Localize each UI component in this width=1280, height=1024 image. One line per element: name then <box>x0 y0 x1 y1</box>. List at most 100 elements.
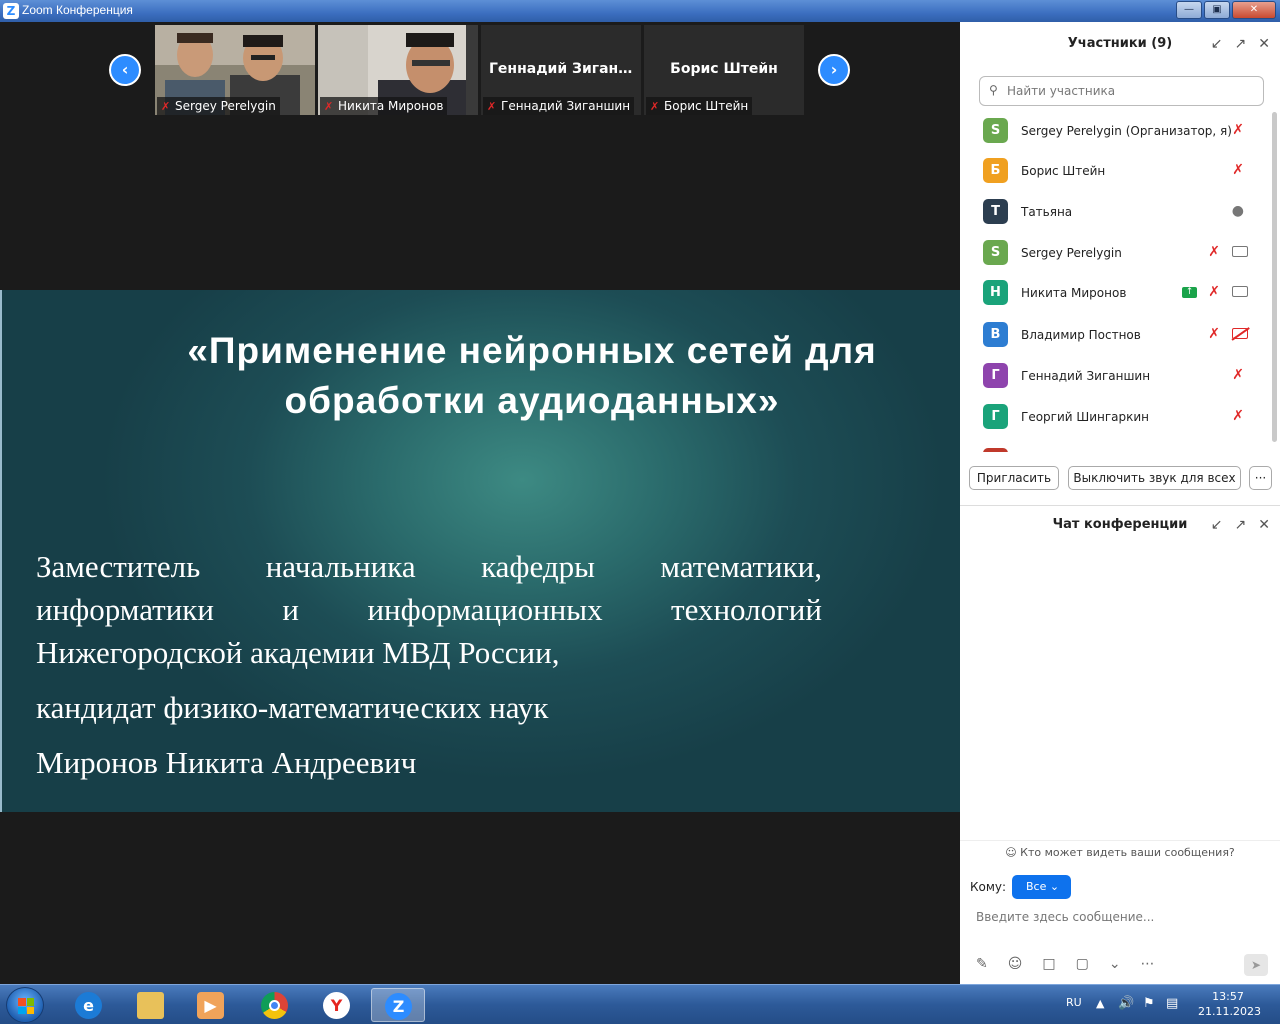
action-center-icon[interactable]: ⚑ <box>1143 996 1155 1011</box>
file-icon[interactable]: □ <box>1042 956 1055 972</box>
mic-muted-icon[interactable]: ✗ <box>1208 244 1220 260</box>
participant-search-input[interactable]: ⚲ Найти участника <box>979 76 1264 106</box>
tile-name: Никита Миронов <box>338 99 444 113</box>
taskbar-media-player[interactable]: ▶ <box>184 988 238 1022</box>
media-player-icon: ▶ <box>197 992 224 1019</box>
screenshot-icon[interactable]: ▢ <box>1076 956 1089 972</box>
tray-expand-icon[interactable]: ▲ <box>1096 997 1104 1010</box>
mic-icon[interactable]: ● <box>1232 203 1244 219</box>
avatar: В <box>983 322 1008 347</box>
tile-label: ✗ Sergey Perelygin <box>157 97 280 115</box>
start-button[interactable] <box>6 987 44 1023</box>
mic-muted-icon: ✗ <box>161 100 171 113</box>
close-icon[interactable]: ✕ <box>1258 517 1270 533</box>
video-tile[interactable]: Геннадий Зиган... ✗ Геннадий Зиганшин <box>481 25 641 115</box>
send-button[interactable]: ➤ <box>1244 954 1268 976</box>
chat-message-input[interactable]: Введите здесь сообщение... <box>976 910 1154 924</box>
avatar: S <box>983 240 1008 265</box>
internet-explorer-icon: e <box>75 992 102 1019</box>
participant-name: Владимир Постнов <box>1021 328 1141 342</box>
mic-muted-icon[interactable]: ✗ <box>1232 162 1244 178</box>
chevron-down-icon[interactable]: ⌄ <box>1109 956 1121 972</box>
collapse-icon[interactable]: ↙ <box>1211 36 1223 52</box>
maximize-button[interactable]: ▣ <box>1204 1 1230 19</box>
mute-all-button[interactable]: Выключить звук для всех <box>1068 466 1241 490</box>
taskbar: e ▶ Y Z RU ▲ 🔊 ⚑ ▤ 13:57 21.11.2023 <box>0 984 1280 1024</box>
prev-page-button[interactable]: ‹ <box>109 54 141 86</box>
window-controls: — ▣ ✕ <box>1176 1 1276 19</box>
language-indicator[interactable]: RU <box>1066 996 1082 1009</box>
taskbar-clock[interactable]: 13:57 21.11.2023 <box>1198 989 1261 1019</box>
video-tile[interactable]: ✗ Sergey Perelygin <box>155 25 315 115</box>
participant-name: Борис Штейн <box>1021 164 1106 178</box>
camera-icon[interactable] <box>1232 286 1248 297</box>
popout-icon[interactable]: ↗ <box>1235 517 1247 533</box>
chat-recipient-value: Все <box>1026 880 1047 893</box>
network-icon[interactable]: ▤ <box>1166 996 1178 1011</box>
camera-off-icon[interactable] <box>1232 328 1248 339</box>
participant-row[interactable]: Т Татьяна ● <box>960 193 1268 233</box>
emoji-icon[interactable]: ☺ <box>1008 956 1023 972</box>
participant-name: Sergey Perelygin (Организатор, я) <box>1021 124 1232 138</box>
taskbar-chrome[interactable] <box>248 988 302 1022</box>
volume-icon[interactable]: 🔊 <box>1118 996 1134 1011</box>
tile-display-name: Борис Штейн <box>670 61 778 77</box>
format-icon[interactable]: ✎ <box>976 956 988 972</box>
video-tile[interactable]: ✗ Никита Миронов <box>318 25 478 115</box>
mic-muted-icon[interactable]: ✗ <box>1208 326 1220 342</box>
chat-toolbar: ✎ ☺ □ ▢ ⌄ ⋯ <box>976 956 1155 972</box>
zoom-logo-icon: Z <box>3 3 19 19</box>
clock-time: 13:57 <box>1212 990 1244 1003</box>
windows-logo-icon <box>18 998 34 1014</box>
participants-scrollbar[interactable] <box>1272 112 1277 442</box>
video-strip: ‹ ✗ Sergey Perelygin ✗ Никита Миронов Ге… <box>0 22 960 122</box>
next-page-button[interactable]: › <box>818 54 850 86</box>
more-options-icon[interactable]: ⋯ <box>1141 956 1155 972</box>
participant-row[interactable]: Н Никита Миронов ↑ ✗ <box>960 274 1268 314</box>
minimize-button[interactable]: — <box>1176 1 1202 19</box>
avatar <box>983 448 1008 452</box>
avatar: Т <box>983 199 1008 224</box>
participant-row[interactable]: Г Георгий Шингаркин ✗ <box>960 398 1268 438</box>
participant-row[interactable]: В Владимир Постнов ✗ <box>960 316 1268 356</box>
mic-muted-icon[interactable]: ✗ <box>1232 408 1244 424</box>
shared-screen: «Применение нейронных сетей для обработк… <box>0 290 960 812</box>
zoom-window: Z Zoom Конференция — ▣ ✕ ‹ ✗ Sergey Perel… <box>0 0 1280 1024</box>
popout-icon[interactable]: ↗ <box>1235 36 1247 52</box>
close-icon[interactable]: ✕ <box>1258 36 1270 52</box>
clock-date: 21.11.2023 <box>1198 1005 1261 1018</box>
participant-name: Георгий Шингаркин <box>1021 410 1150 424</box>
participant-name: Татьяна <box>1021 205 1073 219</box>
zoom-icon: Z <box>385 993 412 1020</box>
participant-row[interactable]: Г Геннадий Зиганшин ✗ <box>960 357 1268 397</box>
slide-line: Нижегородской академии МВД России, <box>36 635 560 670</box>
taskbar-ie[interactable]: e <box>62 988 116 1022</box>
mic-muted-icon[interactable]: ✗ <box>1208 284 1220 300</box>
collapse-icon[interactable]: ↙ <box>1211 517 1223 533</box>
taskbar-zoom[interactable]: Z <box>371 988 425 1022</box>
participant-row-partial[interactable] <box>960 442 1268 452</box>
more-button[interactable]: ··· <box>1249 466 1272 490</box>
participant-row[interactable]: S Sergey Perelygin ✗ <box>960 234 1268 274</box>
chat-header-controls: ↙ ↗ ✕ <box>1211 517 1270 533</box>
taskbar-explorer[interactable] <box>124 988 178 1022</box>
participant-row[interactable]: Б Борис Штейн ✗ <box>960 152 1268 192</box>
video-tile[interactable]: Борис Штейн ✗ Борис Штейн <box>644 25 804 115</box>
title-bar: Z Zoom Конференция — ▣ ✕ <box>0 0 1280 22</box>
invite-button[interactable]: Пригласить <box>969 466 1059 490</box>
participant-row[interactable]: S Sergey Perelygin (Организатор, я) ✗ <box>960 112 1268 152</box>
avatar: Г <box>983 404 1008 429</box>
taskbar-yandex[interactable]: Y <box>310 988 364 1022</box>
tile-name: Борис Штейн <box>664 99 749 113</box>
chat-visibility-text: Кто может видеть ваши сообщения? <box>1020 846 1235 859</box>
participant-name: Sergey Perelygin <box>1021 246 1122 260</box>
mic-muted-icon[interactable]: ✗ <box>1232 367 1244 383</box>
chat-recipient-select[interactable]: Все ⌄ <box>1012 875 1071 899</box>
chat-visibility-info[interactable]: ☺ Кто может видеть ваши сообщения? <box>960 840 1280 864</box>
chrome-icon <box>261 992 288 1019</box>
mic-muted-icon[interactable]: ✗ <box>1232 122 1244 138</box>
close-window-button[interactable]: ✕ <box>1232 1 1276 19</box>
tile-display-name: Геннадий Зиган... <box>489 61 635 77</box>
camera-icon[interactable] <box>1232 246 1248 257</box>
avatar: Б <box>983 158 1008 183</box>
